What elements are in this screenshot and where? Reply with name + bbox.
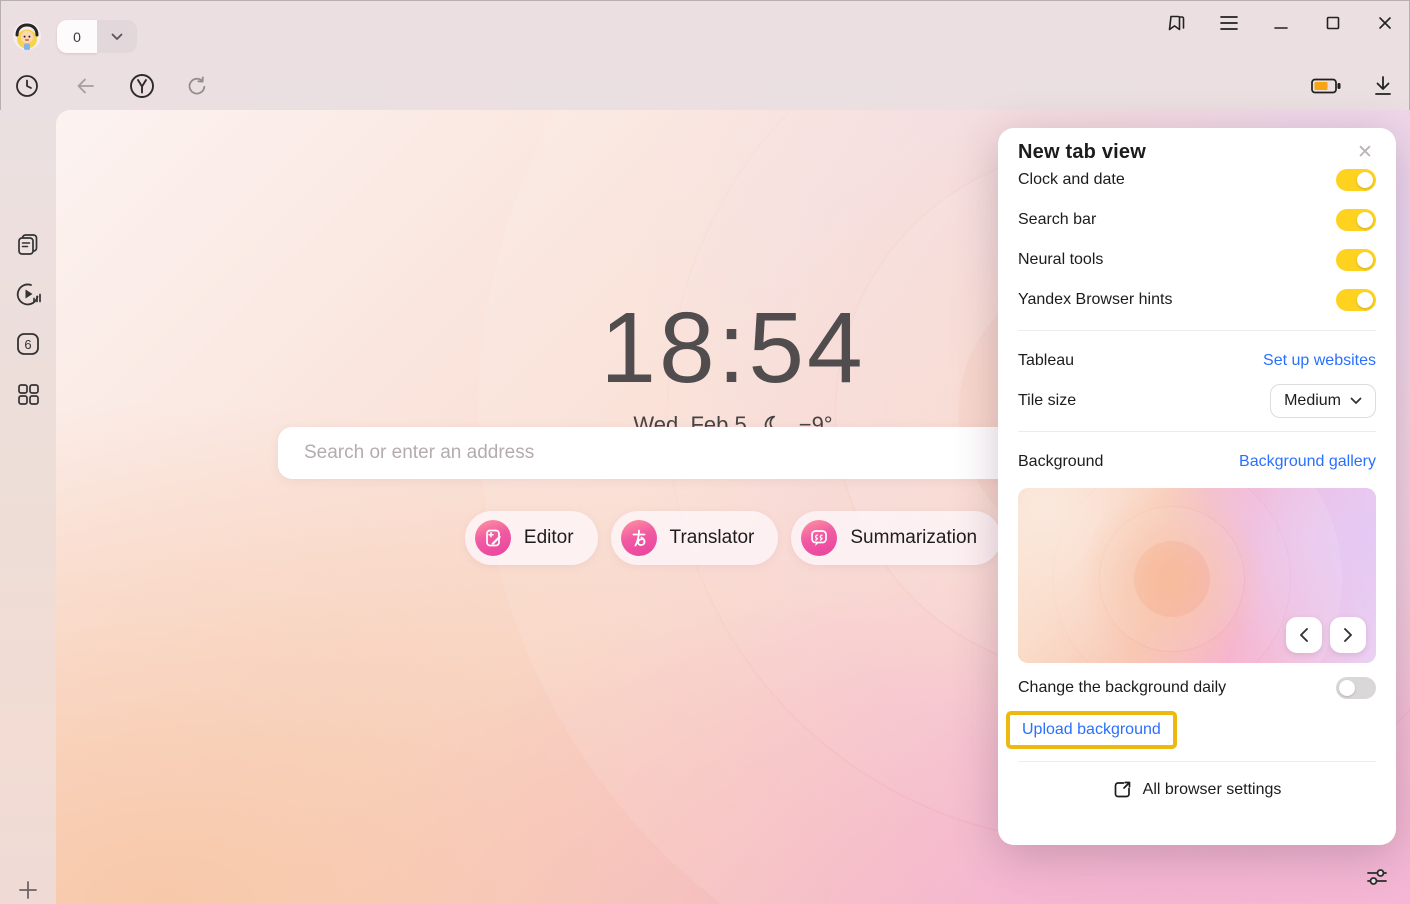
new-tab-view-panel: New tab view ✕ Clock and date Search bar… bbox=[998, 128, 1396, 845]
panel-title: New tab view bbox=[1018, 141, 1146, 164]
yandex-home-button[interactable] bbox=[124, 68, 160, 104]
maximize-button[interactable] bbox=[1318, 8, 1348, 38]
upload-background-link[interactable]: Upload background bbox=[1022, 721, 1161, 738]
tab-group: 0 bbox=[57, 20, 137, 53]
menu-button[interactable] bbox=[1214, 8, 1244, 38]
close-icon bbox=[1377, 15, 1393, 31]
background-label: Background bbox=[1018, 453, 1103, 471]
clock-and-date-toggle[interactable] bbox=[1336, 169, 1376, 191]
set-up-websites-link[interactable]: Set up websites bbox=[1263, 352, 1376, 370]
history-clock-icon bbox=[15, 74, 39, 98]
translator-button[interactable]: Translator bbox=[611, 511, 779, 565]
search-bar-toggle[interactable] bbox=[1336, 209, 1376, 231]
avatar-girl-icon bbox=[13, 22, 41, 50]
toggle-label: Clock and date bbox=[1018, 171, 1125, 189]
bookmarks-icon bbox=[1166, 12, 1188, 34]
reload-button[interactable] bbox=[179, 68, 215, 104]
translator-icon bbox=[621, 520, 657, 556]
browser-hints-toggle[interactable] bbox=[1336, 289, 1376, 311]
battery-saver-button[interactable] bbox=[1308, 68, 1344, 104]
editor-label: Editor bbox=[524, 527, 574, 549]
battery-icon bbox=[1310, 76, 1342, 96]
browser-window: 0 bbox=[0, 0, 1410, 904]
daily-background-label: Change the background daily bbox=[1018, 679, 1226, 697]
background-preview bbox=[1018, 488, 1376, 663]
profile-avatar[interactable] bbox=[13, 22, 41, 50]
window-controls bbox=[1162, 8, 1400, 38]
background-gallery-link[interactable]: Background gallery bbox=[1239, 453, 1376, 471]
external-link-icon bbox=[1113, 780, 1132, 799]
toggle-label: Yandex Browser hints bbox=[1018, 291, 1172, 309]
all-browser-settings-label: All browser settings bbox=[1143, 781, 1282, 799]
maximize-icon bbox=[1325, 15, 1341, 31]
toggle-row-browser-hints: Yandex Browser hints bbox=[1018, 280, 1376, 320]
toolbar bbox=[0, 62, 1410, 110]
sidebar-notes-button[interactable] bbox=[0, 226, 56, 262]
toggle-label: Search bar bbox=[1018, 211, 1096, 229]
tile-size-label: Tile size bbox=[1018, 392, 1076, 410]
close-window-button[interactable] bbox=[1370, 8, 1400, 38]
summarization-button[interactable]: Summarization bbox=[791, 511, 1001, 565]
minimize-icon bbox=[1273, 15, 1289, 31]
back-arrow-icon bbox=[74, 74, 98, 98]
summarization-label: Summarization bbox=[850, 527, 977, 549]
tile-size-value: Medium bbox=[1284, 392, 1341, 410]
minimize-button[interactable] bbox=[1266, 8, 1296, 38]
background-row: Background Background gallery bbox=[1018, 442, 1376, 482]
sidebar-extensions-button[interactable]: 6 bbox=[0, 326, 56, 362]
tableau-row: Tableau Set up websites bbox=[1018, 341, 1376, 381]
daily-background-toggle[interactable] bbox=[1336, 677, 1376, 699]
hamburger-icon bbox=[1219, 15, 1239, 31]
media-play-icon bbox=[14, 280, 42, 308]
toggle-row-clock-and-date: Clock and date bbox=[1018, 160, 1376, 200]
all-browser-settings-button[interactable]: All browser settings bbox=[1018, 762, 1376, 817]
sidebar: 6 bbox=[0, 110, 56, 904]
download-icon bbox=[1372, 74, 1394, 98]
panel-divider bbox=[1018, 431, 1376, 432]
tile-size-select[interactable]: Medium bbox=[1270, 384, 1376, 418]
panel-close-button[interactable]: ✕ bbox=[1354, 141, 1376, 163]
apps-grid-icon bbox=[15, 381, 41, 407]
summarization-icon bbox=[801, 520, 837, 556]
panel-divider bbox=[1018, 330, 1376, 331]
yandex-logo-icon bbox=[129, 73, 155, 99]
extensions-count-label: 6 bbox=[24, 337, 31, 352]
tab-strip: 0 bbox=[0, 0, 1410, 62]
notes-icon bbox=[15, 231, 41, 257]
back-button[interactable] bbox=[68, 68, 104, 104]
active-tab[interactable]: 0 bbox=[57, 20, 97, 53]
page-settings-button[interactable] bbox=[1362, 862, 1392, 892]
history-button[interactable] bbox=[9, 68, 45, 104]
editor-icon bbox=[475, 520, 511, 556]
editor-button[interactable]: Editor bbox=[465, 511, 598, 565]
bookmarks-button[interactable] bbox=[1162, 8, 1192, 38]
translator-label: Translator bbox=[670, 527, 755, 549]
chevron-down-icon bbox=[1350, 397, 1362, 405]
plus-icon bbox=[16, 878, 40, 902]
chevron-right-icon bbox=[1343, 627, 1353, 643]
sidebar-media-button[interactable] bbox=[0, 276, 56, 312]
tableau-label: Tableau bbox=[1018, 352, 1074, 370]
toggle-row-neural-tools: Neural tools bbox=[1018, 240, 1376, 280]
sidebar-services-button[interactable] bbox=[0, 376, 56, 412]
tab-list-dropdown[interactable] bbox=[97, 20, 137, 53]
sidebar-add-panel-button[interactable] bbox=[0, 872, 56, 904]
toggle-label: Neural tools bbox=[1018, 251, 1103, 269]
reload-icon bbox=[185, 74, 209, 98]
chevron-left-icon bbox=[1299, 627, 1309, 643]
tune-sliders-icon bbox=[1364, 864, 1390, 890]
previous-background-button[interactable] bbox=[1286, 617, 1322, 653]
downloads-button[interactable] bbox=[1365, 68, 1401, 104]
neural-tools-toggle[interactable] bbox=[1336, 249, 1376, 271]
upload-background-highlight: Upload background bbox=[1006, 711, 1177, 749]
daily-background-row: Change the background daily bbox=[1018, 668, 1376, 708]
tile-size-row: Tile size Medium bbox=[1018, 381, 1376, 421]
toggle-row-search-bar: Search bar bbox=[1018, 200, 1376, 240]
chevron-down-icon bbox=[111, 33, 123, 41]
tab-count-label: 0 bbox=[73, 29, 81, 45]
next-background-button[interactable] bbox=[1330, 617, 1366, 653]
